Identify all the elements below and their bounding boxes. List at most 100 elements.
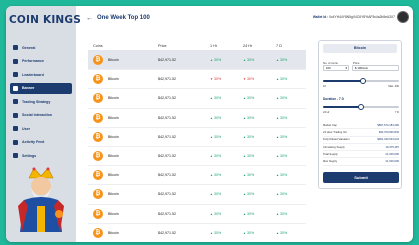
coin-stats: Market Cap $807,674,184,290 24 Hour Tradin… <box>323 122 399 166</box>
table-body: ₿Bitcoin$42,971.5230%30%30%₿Bitcoin$42,9… <box>88 51 306 242</box>
price-cell: $42,971.52 <box>158 192 176 197</box>
table-row[interactable]: ₿Bitcoin$42,971.5230%30%30% <box>88 89 306 109</box>
trading-strategy-icon <box>13 99 18 104</box>
coin-slider[interactable] <box>323 78 399 84</box>
table-row[interactable]: ₿Bitcoin$42,971.5230%30%30% <box>88 109 306 128</box>
bitcoin-icon: ₿ <box>93 170 103 181</box>
table-row[interactable]: ₿Bitcoin$42,971.5230%30%30% <box>88 70 306 90</box>
table-row[interactable]: ₿Bitcoin$42,971.5230%30%30% <box>88 205 306 224</box>
table-row[interactable]: ₿Bitcoin$42,971.5230%30%30% <box>88 224 306 242</box>
price-cell: $42,971.52 <box>158 173 176 178</box>
stat-value: 19,375,487 <box>385 145 399 149</box>
general-icon <box>13 45 18 50</box>
table-row[interactable]: ₿Bitcoin$42,971.5230%30%30% <box>88 128 306 147</box>
change-7d-cell: 30% <box>276 135 306 139</box>
stat-label: Max Supply <box>323 160 338 164</box>
change-7d-cell: 30% <box>276 173 306 177</box>
coin-slider-handle[interactable] <box>359 78 366 84</box>
change-1hr-cell: 30% <box>210 192 243 196</box>
column-header-1hr: 1 Hr <box>210 44 218 48</box>
change-24hr-cell: 30% <box>243 154 276 158</box>
stat-row: Fully Diluted Valuation $901,430,533,044 <box>323 137 399 144</box>
change-7d-cell: 30% <box>276 116 306 120</box>
panel-inputs: 100 $ 100/coin <box>323 65 399 71</box>
stat-row: 24 Hour Trading Vol $30,703,820,846 <box>323 129 399 137</box>
price-input[interactable]: $ 100/coin <box>352 65 399 71</box>
price-cell: $42,971.52 <box>158 211 176 216</box>
coin-cell: ₿ Bitcoin <box>88 93 158 104</box>
duration-slider-min: 24 Hr <box>323 111 330 114</box>
avatar[interactable] <box>397 11 409 23</box>
change-1hr-cell: 30% <box>210 135 243 139</box>
bitcoin-icon: ₿ <box>93 131 103 142</box>
banner-icon <box>13 85 18 91</box>
change-1hr-cell: 30% <box>210 231 243 235</box>
table-row[interactable]: ₿Bitcoin$42,971.5230%30%30% <box>88 185 306 205</box>
stat-label: Market Cap <box>323 123 337 127</box>
sidebar-item-banner[interactable]: Banner <box>10 82 72 94</box>
sidebar-item-trading-strategy[interactable]: Trading Strategy <box>10 96 72 107</box>
sidebar-item-settings[interactable]: Settings <box>10 150 72 161</box>
coin-name: Bitcoin <box>108 134 119 139</box>
change-24hr-cell: 30% <box>243 135 276 139</box>
duration-slider-caption: 24 Hr 7 D <box>323 111 399 114</box>
coin-name: Bitcoin <box>108 154 119 159</box>
coin-cell: ₿ Bitcoin <box>88 208 158 219</box>
price-cell: $42,971.52 <box>158 96 176 101</box>
social-interaction-icon <box>13 112 18 118</box>
coin-slider-fill <box>323 80 363 82</box>
stat-label: Total Supply <box>323 152 338 156</box>
change-24hr-cell: 30% <box>243 96 276 100</box>
table-row[interactable]: ₿Bitcoin$42,971.5230%30%30% <box>88 166 306 186</box>
stat-value: $30,703,820,846 <box>378 130 399 134</box>
stat-row: Market Cap $807,674,184,290 <box>323 122 399 130</box>
sidebar-item-label: Trading Strategy <box>22 99 51 104</box>
table-row[interactable]: ₿Bitcoin$42,971.5230%30%30% <box>88 147 306 167</box>
price-cell: $42,971.52 <box>158 154 176 159</box>
table-header: Coins Price 1 Hr 24 Hr 7 D <box>88 42 306 51</box>
sidebar-item-user[interactable]: User <box>10 123 72 134</box>
sidebar-item-general[interactable]: General <box>10 42 72 53</box>
coins-table: Coins Price 1 Hr 24 Hr 7 D ₿ Bitcoin $42,9… <box>88 42 306 242</box>
change-1hr-cell: 30% <box>210 58 243 62</box>
duration-slider-fill <box>323 106 361 108</box>
table-row[interactable]: ₿Bitcoin$42,971.5230%30%30% <box>88 51 306 71</box>
change-1hr-cell: 30% <box>210 77 243 81</box>
coin-cell: ₿ Bitcoin <box>88 74 158 85</box>
sidebar-item-label: Performance <box>22 59 44 63</box>
leaderboard-icon <box>13 72 18 77</box>
sidebar-nav: General Performance Leaderboard Banner Tradi… <box>10 42 72 164</box>
change-24hr-cell: 30% <box>243 231 276 235</box>
column-header-24hr: 24 Hr <box>243 44 253 48</box>
change-1hr-cell: 30% <box>210 154 243 158</box>
sidebar-item-label: Leaderboard <box>22 72 44 77</box>
change-7d-cell: 30% <box>276 212 306 216</box>
wallet-id: Wallet Id : 0x4YH44Y8N5gX4C6Y8YtAF5v4a2h… <box>313 15 395 19</box>
duration-slider[interactable] <box>323 104 399 110</box>
sidebar-item-performance[interactable]: Performance <box>10 56 72 67</box>
coin-name: Bitcoin <box>108 96 119 101</box>
duration-slider-handle[interactable] <box>358 104 364 110</box>
coin-cell: ₿ Bitcoin <box>88 189 158 200</box>
sidebar-item-activity-feed[interactable]: Activity Feed <box>10 137 72 148</box>
coins-select[interactable]: 100 <box>323 65 349 71</box>
coin-cell: ₿ Bitcoin <box>88 151 158 162</box>
panel-title: Bitcoin <box>323 44 397 53</box>
stat-row: Total Supply 21,000,000 <box>323 151 399 159</box>
submit-button[interactable]: Submit <box>323 172 399 183</box>
change-7d-cell: 30% <box>276 154 306 158</box>
back-arrow-icon[interactable]: ← <box>86 15 93 22</box>
sidebar-item-label: General <box>22 45 36 50</box>
coin-cell: ₿ Bitcoin <box>88 131 158 142</box>
coin-cell: ₿ Bitcoin <box>88 227 158 238</box>
stat-label: Fully Diluted Valuation <box>323 138 350 142</box>
user-icon <box>13 126 18 131</box>
sidebar-item-social-interaction[interactable]: Social Interaction <box>10 110 72 121</box>
page-title: One Week Top 100 <box>97 15 150 21</box>
price-cell: $42,971.52 <box>158 230 176 235</box>
stat-label: Circulating Supply <box>323 145 345 149</box>
sidebar-item-leaderboard[interactable]: Leaderboard <box>10 69 72 80</box>
coin-name: Bitcoin <box>108 77 119 82</box>
coin-slider-max: Max. 400 <box>388 85 399 88</box>
stat-row: Max Supply 21,000,000 <box>323 158 399 166</box>
